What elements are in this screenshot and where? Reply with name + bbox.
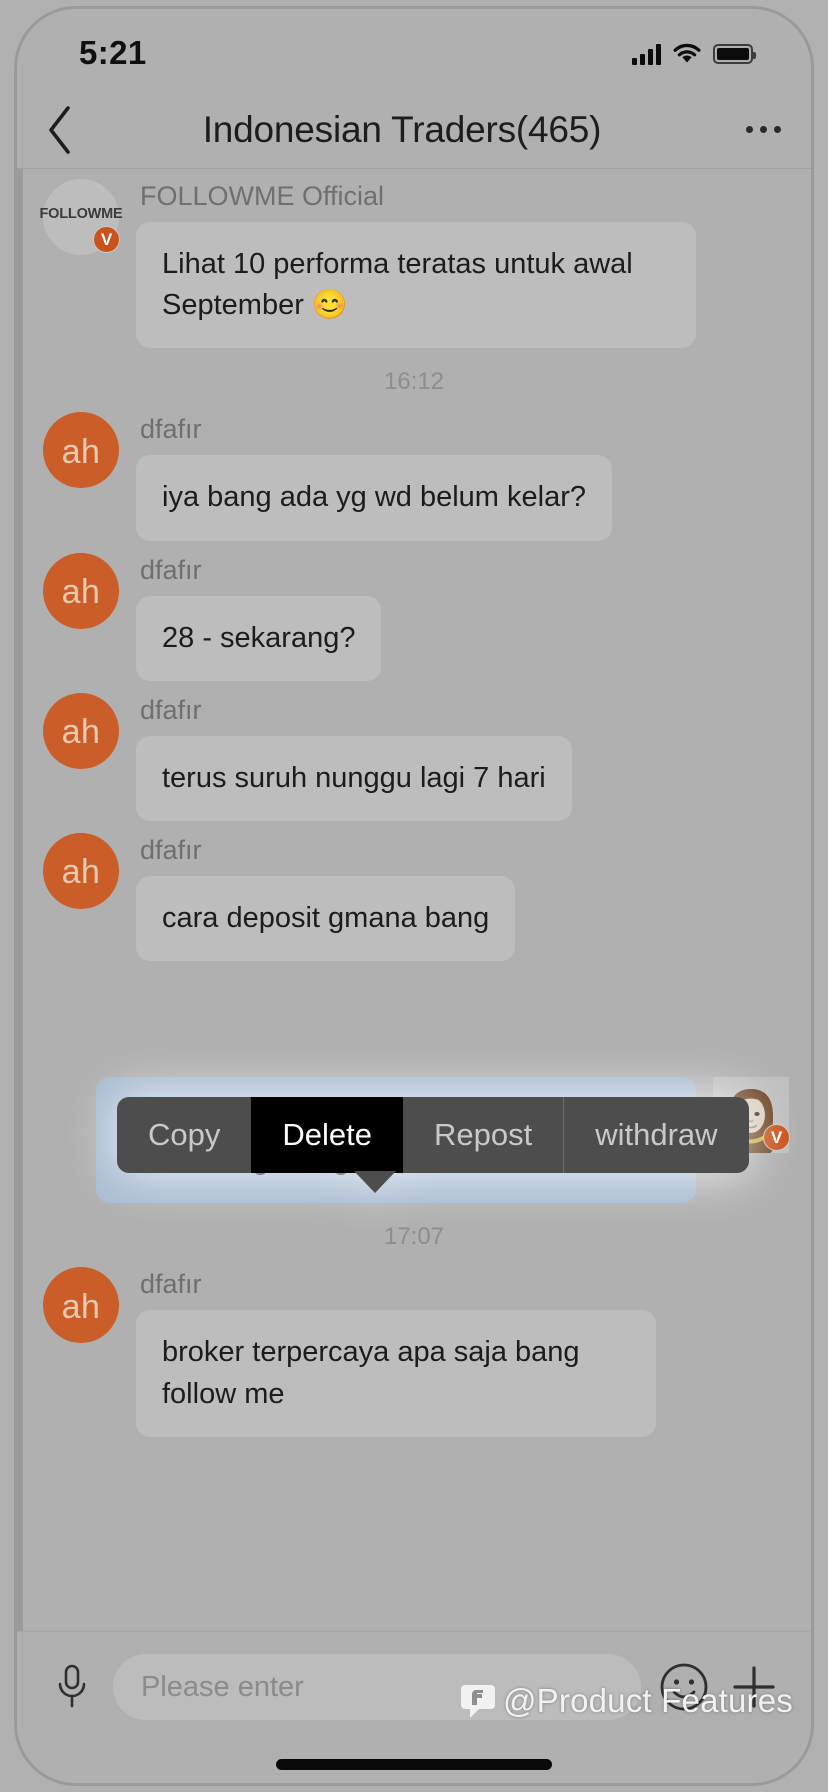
- message-sender-name: dfafır: [140, 1269, 202, 1300]
- chevron-left-icon: [49, 105, 70, 154]
- timestamp-separator: 16:12: [383, 368, 445, 396]
- message-body: dfafır 28 - sekarang?: [136, 553, 382, 681]
- nav-bar: Indonesian Traders(465): [17, 91, 811, 169]
- message-body: dfafır terus suruh nunggu lagi 7 hari: [136, 693, 572, 821]
- avatar[interactable]: ah: [43, 832, 119, 909]
- status-bar-icons: [632, 43, 756, 65]
- message-body: dfafır iya bang ada yg wd belum kelar?: [136, 412, 612, 541]
- context-menu-item-copy[interactable]: Copy: [117, 1097, 251, 1173]
- avatar[interactable]: ah: [43, 412, 119, 489]
- watermark-text: @Product Features: [502, 1682, 793, 1719]
- message-bubble[interactable]: broker terpercaya apa saja bang follow m…: [136, 1310, 656, 1437]
- watermark: @Product Features: [460, 1681, 793, 1721]
- message-body: dfafır broker terpercaya apa saja bang f…: [136, 1267, 656, 1437]
- message-bubble[interactable]: iya bang ada yg wd belum kelar?: [136, 455, 612, 541]
- microphone-icon: [58, 1664, 86, 1708]
- message-row[interactable]: ah dfafır cara deposit gmana bang: [17, 832, 811, 962]
- message-row[interactable]: ah dfafır terus suruh nunggu lagi 7 hari: [17, 692, 811, 821]
- context-menu-item-withdraw[interactable]: withdraw: [563, 1097, 748, 1173]
- microphone-button[interactable]: [39, 1654, 105, 1720]
- more-horizontal-icon: [745, 126, 753, 133]
- page-title: Indonesian Traders(465): [202, 108, 602, 150]
- chat-message-list[interactable]: FOLLOWME V FOLLOWME Official Lihat 10 pe…: [17, 169, 811, 1631]
- avatar-label: ah: [61, 853, 101, 892]
- avatar-followme-official[interactable]: FOLLOWME V: [40, 179, 123, 255]
- signal-bars-icon: [632, 43, 661, 65]
- avatar[interactable]: ah: [43, 1267, 119, 1344]
- verified-badge-icon: V: [763, 1124, 790, 1152]
- avatar-label: ah: [61, 573, 101, 612]
- scrollbar[interactable]: [17, 169, 23, 1631]
- message-row-official[interactable]: FOLLOWME V FOLLOWME Official Lihat 10 pe…: [17, 179, 811, 349]
- phone-screen: 5:21 Indonesian Traders(465) FOLLOWME V …: [17, 9, 811, 1783]
- avatar-label: FOLLOWME: [39, 206, 123, 222]
- message-sender-name: dfafır: [140, 834, 202, 865]
- message-sender-name: dfafır: [140, 554, 202, 585]
- context-menu-item-delete[interactable]: Delete: [251, 1097, 403, 1173]
- avatar-label: ah: [61, 1287, 101, 1326]
- wifi-icon: [673, 43, 701, 63]
- message-body: dfafır cara deposit gmana bang: [136, 833, 516, 962]
- message-bubble[interactable]: Lihat 10 performa teratas untuk awal Sep…: [136, 222, 696, 349]
- avatar-label: ah: [61, 432, 101, 471]
- message-body: FOLLOWME Official Lihat 10 performa tera…: [136, 179, 696, 349]
- message-sender-name: dfafır: [140, 694, 202, 725]
- message-row[interactable]: ah dfafır broker terpercaya apa saja ban…: [17, 1267, 811, 1437]
- home-indicator: [276, 1759, 552, 1770]
- context-menu-pointer-arrow: [354, 1171, 396, 1193]
- message-bubble[interactable]: terus suruh nunggu lagi 7 hari: [136, 735, 572, 821]
- followme-f-logo-icon: [460, 1685, 495, 1718]
- context-menu-item-repost[interactable]: Repost: [403, 1097, 563, 1173]
- avatar-label: ah: [61, 713, 101, 752]
- message-sender-name: dfafır: [140, 414, 202, 445]
- phone-frame: 5:21 Indonesian Traders(465) FOLLOWME V …: [14, 6, 814, 1786]
- battery-full-icon: [713, 44, 756, 64]
- context-menu-bar: Copy Delete Repost withdraw: [117, 1097, 749, 1173]
- more-options-button[interactable]: [715, 126, 811, 133]
- timestamp-separator: 17:07: [383, 1223, 445, 1251]
- message-sender-name: FOLLOWME Official: [140, 181, 385, 211]
- message-row[interactable]: ah dfafır 28 - sekarang?: [17, 552, 811, 681]
- avatar[interactable]: ah: [43, 692, 119, 769]
- message-row[interactable]: ah dfafır iya bang ada yg wd belum kelar…: [17, 412, 811, 541]
- avatar[interactable]: ah: [43, 552, 119, 629]
- status-bar: 5:21: [17, 9, 811, 91]
- message-bubble[interactable]: 28 - sekarang?: [136, 595, 382, 681]
- verified-badge-icon: V: [93, 226, 120, 253]
- menu-spacer: [17, 973, 811, 1077]
- message-context-menu[interactable]: Copy Delete Repost withdraw: [117, 1097, 749, 1193]
- message-bubble[interactable]: cara deposit gmana bang: [136, 875, 516, 962]
- status-bar-time: 5:21: [79, 34, 147, 71]
